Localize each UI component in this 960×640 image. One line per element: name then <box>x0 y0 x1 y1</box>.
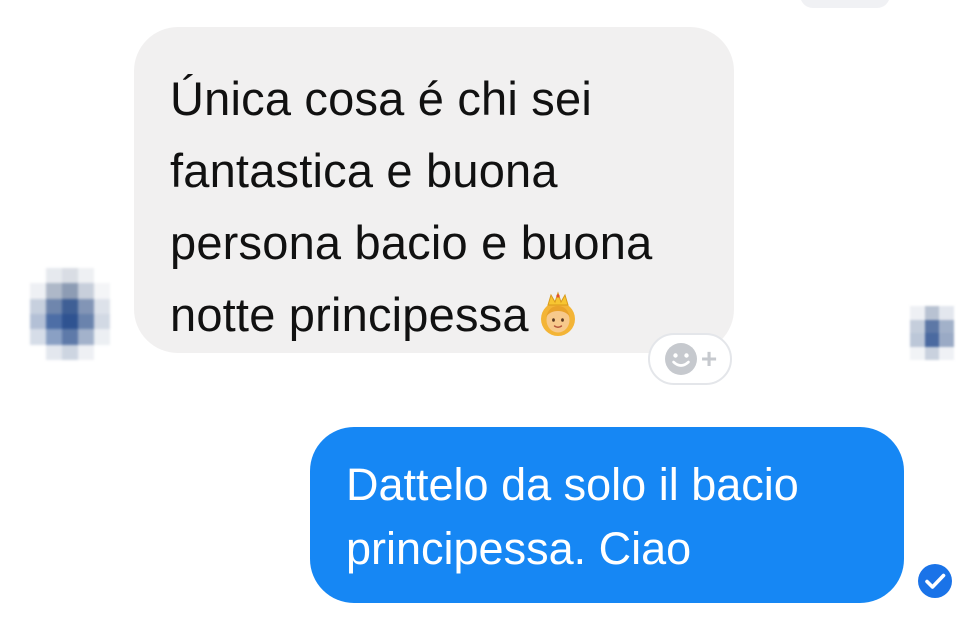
incoming-message-bubble[interactable]: Única cosa é chi sei fantastica e buona … <box>134 27 734 353</box>
sender-avatar[interactable] <box>30 268 110 360</box>
message-text-line: Dattelo da solo il bacio <box>346 459 799 510</box>
outgoing-message-bubble[interactable]: Dattelo da solo il bacio principessa. Ci… <box>310 427 904 603</box>
smiley-icon <box>664 343 697 375</box>
plus-icon: + <box>700 343 718 374</box>
add-reaction-button[interactable]: + <box>648 333 732 385</box>
chat-thread: Única cosa é chi sei fantastica e buona … <box>0 0 960 640</box>
previous-element-fragment <box>800 0 890 8</box>
message-text-line: principessa. Ciao <box>346 523 692 574</box>
message-text-line: notte principessa <box>170 279 706 351</box>
delivered-check-icon <box>918 564 952 598</box>
message-text-line: Única cosa é chi sei <box>170 72 592 125</box>
read-receipt-avatar <box>910 306 954 360</box>
message-text-segment: notte principessa <box>170 288 529 341</box>
message-text-line: fantastica e buona <box>170 144 558 197</box>
message-text-line: persona bacio e buona <box>170 216 653 269</box>
princess-emoji-icon <box>540 291 575 336</box>
